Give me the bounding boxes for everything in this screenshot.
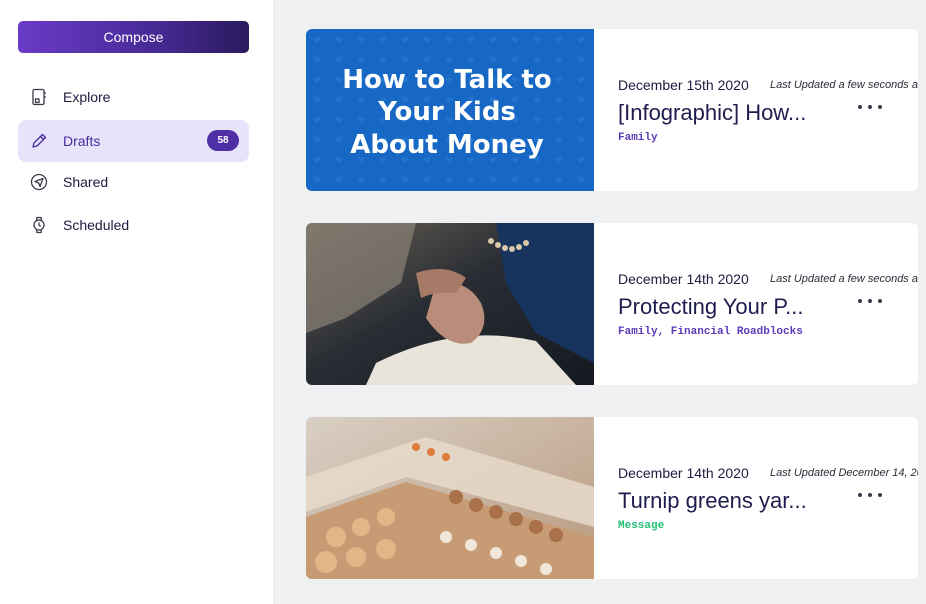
post-title[interactable]: Protecting Your P... <box>618 294 804 320</box>
post-updated: Last Updated December 14, 2020 <box>770 467 918 479</box>
more-options-icon[interactable] <box>858 99 882 115</box>
post-card[interactable]: December 14th 2020 Last Updated a few se… <box>306 223 918 385</box>
post-card[interactable]: How to Talk to Your Kids About Money Dec… <box>306 29 918 191</box>
post-tags: Family <box>618 132 658 144</box>
sidebar-item-drafts[interactable]: Drafts 58 <box>18 120 249 162</box>
post-updated: Last Updated a few seconds ago <box>770 79 918 91</box>
post-tags: Message <box>618 520 665 532</box>
pencil-icon <box>29 131 49 151</box>
thumbnail-text-line: About Money <box>350 130 543 160</box>
sidebar-item-label: Shared <box>63 174 109 190</box>
thumbnail-text-line: How to Talk to <box>342 65 552 95</box>
more-options-icon[interactable] <box>858 293 882 309</box>
post-thumbnail <box>306 223 594 385</box>
explore-icon <box>29 87 49 107</box>
post-updated: Last Updated a few seconds ago <box>770 273 918 285</box>
sidebar-item-label: Explore <box>63 89 111 105</box>
thumbnail-text-line: Your Kids <box>377 97 516 127</box>
post-date: December 15th 2020 <box>618 77 749 93</box>
post-card[interactable]: December 14th 2020 Last Updated December… <box>306 417 918 579</box>
post-title[interactable]: Turnip greens yar... <box>618 488 807 514</box>
sidebar-item-shared[interactable]: Shared <box>18 161 249 203</box>
sidebar-item-label: Scheduled <box>63 217 130 233</box>
post-tags: Family, Financial Roadblocks <box>618 326 803 338</box>
sidebar: Compose Explore Drafts 58 Shared Schedul… <box>0 0 273 604</box>
post-thumbnail <box>306 417 594 579</box>
post-thumbnail: How to Talk to Your Kids About Money <box>306 29 594 191</box>
more-options-icon[interactable] <box>858 487 882 503</box>
sidebar-item-label: Drafts <box>63 133 101 149</box>
post-title[interactable]: [Infographic] How... <box>618 100 806 126</box>
drafts-count-badge: 58 <box>207 130 239 151</box>
send-icon <box>29 172 49 192</box>
sidebar-item-explore[interactable]: Explore <box>18 76 249 118</box>
watch-icon <box>29 215 49 235</box>
sidebar-item-scheduled[interactable]: Scheduled <box>18 204 249 246</box>
compose-button[interactable]: Compose <box>18 21 249 53</box>
post-date: December 14th 2020 <box>618 465 749 481</box>
post-date: December 14th 2020 <box>618 271 749 287</box>
